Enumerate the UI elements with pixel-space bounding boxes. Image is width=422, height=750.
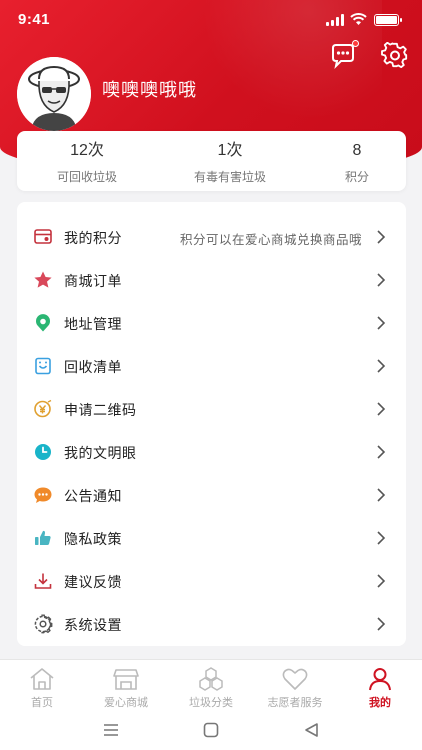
stat-label: 有毒有害垃圾 <box>193 170 266 184</box>
avatar-image <box>17 57 91 131</box>
stat-label: 可回收垃圾 <box>56 170 117 184</box>
menu-item-hint: 积分可以在爱心商城兑换商品哦 <box>179 233 362 247</box>
tab-love-shop[interactable]: 爱心商城 <box>84 666 168 710</box>
chevron-right-icon <box>377 402 386 416</box>
points-card-icon <box>34 229 52 244</box>
menu-item-qr-code[interactable]: 申请二维码 <box>17 387 406 430</box>
menu-item-shop-orders[interactable]: 商城订单 <box>17 258 406 301</box>
gear-icon <box>34 614 53 634</box>
home-icon <box>30 668 54 690</box>
system-navigation-bar <box>0 711 422 750</box>
stat-value: 1次 <box>217 142 243 159</box>
wifi-icon <box>350 13 367 25</box>
menu-item-recycle-list[interactable]: 回收清单 <box>17 344 406 387</box>
chevron-right-icon <box>377 445 386 459</box>
stats-card: 12次 可回收垃圾 1次 有毒有害垃圾 8 积分 <box>17 131 406 191</box>
chevron-right-icon <box>377 273 386 287</box>
chevron-right-icon <box>377 316 386 330</box>
tab-home[interactable]: 首页 <box>0 666 84 710</box>
tab-mine[interactable]: 我的 <box>338 666 422 710</box>
tab-label: 首页 <box>31 697 53 709</box>
home-square-icon[interactable] <box>202 722 220 738</box>
shop-icon <box>113 669 139 690</box>
menu-item-label: 建议反馈 <box>64 574 122 590</box>
stat-hazardous[interactable]: 1次 有毒有害垃圾 <box>180 140 280 185</box>
menu-lines-icon[interactable] <box>102 722 120 738</box>
menu-item-label: 我的积分 <box>64 230 122 246</box>
tab-volunteer-service[interactable]: 志愿者服务 <box>253 666 337 710</box>
menu-item-address[interactable]: 地址管理 <box>17 301 406 344</box>
battery-icon <box>374 14 402 26</box>
menu-item-system-settings[interactable]: 系统设置 <box>17 602 406 645</box>
menu-item-label: 申请二维码 <box>64 402 137 418</box>
stat-points[interactable]: 8 积分 <box>337 140 377 185</box>
chevron-right-icon <box>377 230 386 244</box>
location-icon <box>36 314 50 332</box>
menu-item-privacy-policy[interactable]: 隐私政策 <box>17 516 406 559</box>
stat-label: 积分 <box>344 170 369 184</box>
menu-item-label: 我的文明眼 <box>64 445 137 461</box>
stat-value: 12次 <box>70 142 104 159</box>
back-triangle-icon[interactable] <box>303 722 321 738</box>
menu-item-label: 公告通知 <box>64 488 122 504</box>
stat-recyclable[interactable]: 12次 可回收垃圾 <box>47 140 127 185</box>
signal-icon <box>326 14 344 26</box>
tab-label: 垃圾分类 <box>189 697 233 709</box>
menu-list: 我的积分 积分可以在爱心商城兑换商品哦 商城订单 地址管理 回收清单 申请二维码… <box>17 202 406 646</box>
heart-icon <box>282 668 308 690</box>
avatar[interactable] <box>17 57 91 131</box>
status-time: 9:41 <box>18 11 51 28</box>
stat-value: 8 <box>352 142 362 159</box>
person-icon <box>369 668 391 691</box>
menu-item-label: 隐私政策 <box>64 531 122 547</box>
menu-item-feedback[interactable]: 建议反馈 <box>17 559 406 602</box>
bottom-tab-bar: 首页 爱心商城 垃圾分类 志愿者服务 我的 <box>0 659 422 711</box>
thumbs-up-icon <box>35 530 51 545</box>
menu-item-label: 回收清单 <box>64 359 122 375</box>
menu-item-label: 地址管理 <box>64 316 122 332</box>
unread-dot <box>352 40 359 47</box>
status-bar: 9:41 <box>0 0 422 40</box>
chat-bubble-icon <box>34 487 52 503</box>
username[interactable]: 噢噢噢哦哦 <box>102 76 197 102</box>
star-icon <box>34 271 52 288</box>
menu-item-label: 系统设置 <box>64 617 122 633</box>
chevron-right-icon <box>377 617 386 631</box>
menu-item-announcements[interactable]: 公告通知 <box>17 473 406 516</box>
messages-button[interactable] <box>329 40 359 70</box>
tab-label: 爱心商城 <box>104 697 148 709</box>
menu-item-label: 商城订单 <box>64 273 122 289</box>
gear-icon <box>381 41 408 69</box>
settings-button[interactable] <box>381 41 409 70</box>
hexagons-icon <box>199 667 223 691</box>
chevron-right-icon <box>377 574 386 588</box>
chevron-right-icon <box>377 531 386 545</box>
clock-icon <box>35 444 51 460</box>
download-icon <box>34 573 52 589</box>
chevron-right-icon <box>377 359 386 373</box>
coin-icon <box>34 399 52 418</box>
menu-item-civilization-eye[interactable]: 我的文明眼 <box>17 430 406 473</box>
tab-garbage-sorting[interactable]: 垃圾分类 <box>169 666 253 710</box>
tab-label: 我的 <box>369 697 391 709</box>
tab-label: 志愿者服务 <box>267 697 323 709</box>
chevron-right-icon <box>377 488 386 502</box>
menu-item-my-points[interactable]: 我的积分 积分可以在爱心商城兑换商品哦 <box>17 215 406 258</box>
recycle-list-icon <box>35 357 51 375</box>
